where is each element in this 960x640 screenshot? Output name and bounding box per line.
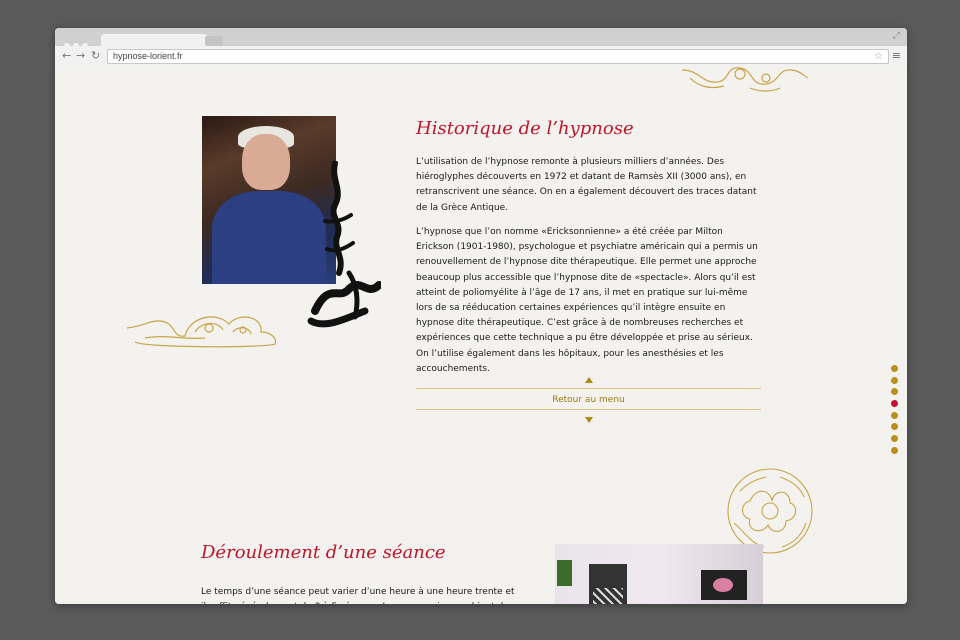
wall-artwork: [701, 570, 747, 600]
calligraphy-ornament-icon: [307, 161, 381, 328]
section-title-historique: Historique de l’hypnose: [416, 118, 634, 139]
url-text[interactable]: hypnose-lorient.fr: [113, 50, 183, 63]
section-nav-dot[interactable]: [891, 388, 898, 396]
back-to-menu-link[interactable]: Retour au menu: [416, 394, 761, 407]
browser-window: ⤢ ← → ↻ hypnose-lorient.fr ☆ ≡ Historiqu…: [55, 28, 907, 604]
cloud-ornament-icon: [681, 67, 809, 92]
tab-strip: ⤢: [55, 28, 907, 49]
bookmark-star-icon[interactable]: ☆: [874, 50, 883, 63]
page-content: Historique de l’hypnose L’utilisation de…: [55, 66, 907, 604]
section-nav-dot[interactable]: [891, 400, 898, 408]
deroulement-paragraph: Le temps d’une séance peut varier d’une …: [201, 587, 515, 604]
arrow-up-icon[interactable]: [585, 377, 593, 383]
forward-arrow-icon[interactable]: →: [76, 49, 85, 63]
browser-tab[interactable]: [101, 34, 207, 46]
browser-toolbar: ← → ↻ hypnose-lorient.fr ☆ ≡: [55, 46, 907, 67]
section-nav-dot[interactable]: [891, 435, 898, 443]
cloud-ornament-icon: [126, 316, 276, 348]
new-tab-button[interactable]: [205, 36, 223, 46]
section-nav-dot[interactable]: [891, 376, 898, 384]
section-navigation-dots: [891, 365, 898, 459]
historique-paragraph-2: L’hypnose que l’on nomme «Ericksonnienne…: [416, 227, 758, 374]
divider-bottom: [416, 409, 761, 410]
folding-screen: [589, 564, 627, 604]
fullscreen-icon[interactable]: ⤢: [893, 31, 900, 41]
reload-icon[interactable]: ↻: [91, 49, 100, 63]
section-title-deroulement: Déroulement d’une séance: [201, 542, 446, 563]
office-plant: [557, 560, 572, 586]
section-nav-dot[interactable]: [891, 365, 898, 372]
browser-menu-icon[interactable]: ≡: [892, 49, 901, 63]
face-shape: [242, 134, 290, 190]
back-arrow-icon[interactable]: ←: [62, 49, 71, 63]
section-nav-dot[interactable]: [891, 411, 898, 419]
historique-paragraph-1: L’utilisation de l’hypnose remonte à plu…: [416, 157, 757, 213]
address-bar[interactable]: hypnose-lorient.fr ☆: [107, 49, 889, 64]
section-nav-dot[interactable]: [891, 446, 898, 454]
office-photo: [555, 544, 763, 604]
divider-top: [416, 388, 761, 389]
browser-chrome: ⤢ ← → ↻ hypnose-lorient.fr ☆ ≡: [55, 28, 907, 67]
section-nav-dot[interactable]: [891, 423, 898, 431]
arrow-down-icon[interactable]: [585, 417, 593, 423]
